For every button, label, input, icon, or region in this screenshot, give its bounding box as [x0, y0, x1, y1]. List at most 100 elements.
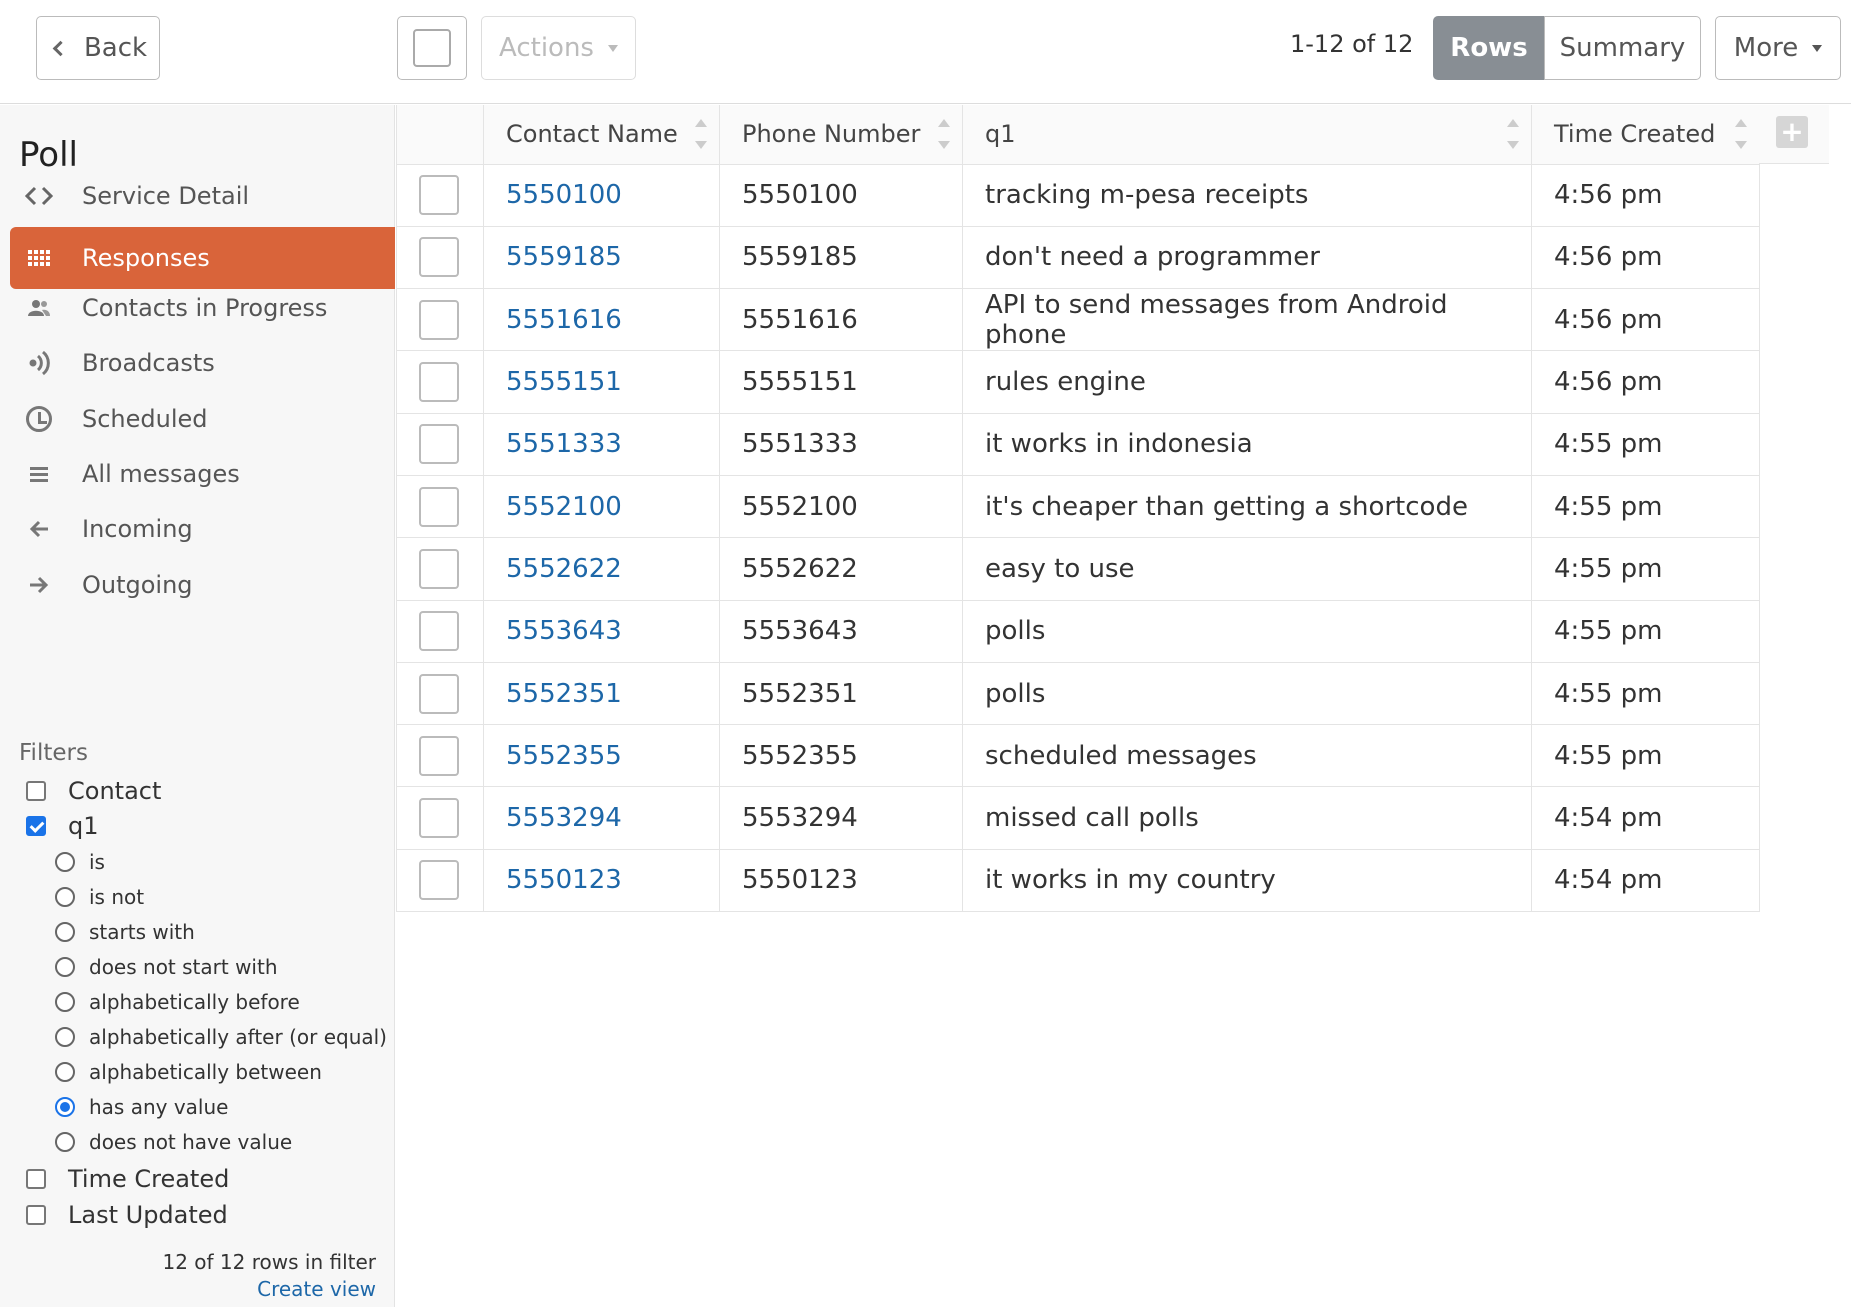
- column-header-phone-number[interactable]: Phone Number: [719, 105, 963, 165]
- contact-name-link[interactable]: 5559185: [483, 225, 720, 290]
- contact-name-link[interactable]: 5552622: [483, 537, 720, 601]
- row-checkbox[interactable]: [419, 798, 459, 839]
- phone-number: 5551616: [719, 288, 963, 352]
- contact-name-link[interactable]: 5552351: [483, 661, 720, 726]
- time-created: 4:56 pm: [1531, 163, 1760, 227]
- q1-option-has-any-value[interactable]: has any value: [55, 1095, 228, 1119]
- contact-name-link[interactable]: 5552100: [483, 474, 720, 539]
- sort-icon[interactable]: [695, 119, 707, 149]
- filter-time-created[interactable]: Time Created: [26, 1165, 229, 1193]
- sidebar-item-scheduled[interactable]: Scheduled: [10, 388, 395, 450]
- row-checkbox[interactable]: [419, 735, 459, 776]
- radio[interactable]: [55, 957, 75, 977]
- checkbox[interactable]: [26, 1169, 46, 1189]
- filter-q1[interactable]: q1: [26, 812, 99, 840]
- table-row: 5551333 5551333 it works in indonesia 4:…: [396, 412, 1760, 476]
- radio[interactable]: [55, 1027, 75, 1047]
- radio[interactable]: [55, 1062, 75, 1082]
- sidebar-item-all-messages[interactable]: All messages: [10, 443, 395, 505]
- time-created: 4:55 pm: [1531, 412, 1760, 476]
- contact-name-link[interactable]: 5553643: [483, 599, 720, 663]
- sidebar-item-incoming[interactable]: Incoming: [10, 498, 395, 560]
- option-label: starts with: [89, 920, 195, 944]
- column-header-contact-name[interactable]: Contact Name: [483, 105, 720, 165]
- q1-option-starts-with[interactable]: starts with: [55, 920, 195, 944]
- time-created: 4:55 pm: [1531, 599, 1760, 663]
- sidebar-item-outgoing[interactable]: Outgoing: [10, 554, 395, 616]
- row-checkbox[interactable]: [419, 424, 459, 465]
- phone-number: 5552622: [719, 537, 963, 601]
- caret-down-icon: [1812, 44, 1823, 52]
- q1-option-alphabetically-before[interactable]: alphabetically before: [55, 990, 300, 1014]
- q1-option-alphabetically-after[interactable]: alphabetically after (or equal): [55, 1025, 387, 1049]
- contact-name-link[interactable]: 5551616: [483, 288, 720, 352]
- q1-option-is-not[interactable]: is not: [55, 885, 144, 909]
- row-checkbox[interactable]: [419, 673, 459, 714]
- sidebar-item-label: Incoming: [82, 515, 193, 543]
- row-checkbox[interactable]: [419, 486, 459, 527]
- sidebar-item-service-detail[interactable]: Service Detail: [10, 165, 395, 227]
- row-checkbox[interactable]: [419, 299, 459, 340]
- add-column-icon[interactable]: +: [1776, 116, 1808, 148]
- table-row: 5551616 5551616 API to send messages fro…: [396, 288, 1760, 352]
- q1-response: it works in indonesia: [962, 412, 1532, 476]
- radio[interactable]: [55, 887, 75, 907]
- time-created: 4:55 pm: [1531, 474, 1760, 539]
- create-view-link[interactable]: Create view: [257, 1277, 376, 1301]
- phone-number: 5553643: [719, 599, 963, 663]
- time-created: 4:55 pm: [1531, 661, 1760, 726]
- q1-option-does-not-have-value[interactable]: does not have value: [55, 1130, 292, 1154]
- checkbox-checked[interactable]: [26, 816, 46, 836]
- q1-option-is[interactable]: is: [55, 850, 105, 874]
- time-created: 4:55 pm: [1531, 537, 1760, 601]
- broadcast-icon: [24, 348, 54, 378]
- contact-name-link[interactable]: 5550100: [483, 163, 720, 227]
- radio[interactable]: [55, 1132, 75, 1152]
- contact-name-link[interactable]: 5550123: [483, 848, 720, 913]
- time-created: 4:56 pm: [1531, 288, 1760, 352]
- checkbox[interactable]: [26, 781, 46, 801]
- q1-response: API to send messages from Android phone: [962, 288, 1532, 352]
- column-header-q1[interactable]: q1: [962, 105, 1532, 165]
- q1-option-alphabetically-between[interactable]: alphabetically between: [55, 1060, 322, 1084]
- option-label: is: [89, 850, 105, 874]
- time-created: 4:54 pm: [1531, 848, 1760, 913]
- q1-option-does-not-start-with[interactable]: does not start with: [55, 955, 278, 979]
- rows-toggle[interactable]: Rows: [1433, 16, 1545, 80]
- contact-name-link[interactable]: 5555151: [483, 350, 720, 414]
- phone-number: 5550100: [719, 163, 963, 227]
- contact-name-link[interactable]: 5553294: [483, 786, 720, 850]
- row-checkbox[interactable]: [419, 611, 459, 652]
- filter-last-updated[interactable]: Last Updated: [26, 1201, 228, 1229]
- radio-selected[interactable]: [55, 1097, 75, 1117]
- q1-response: don't need a programmer: [962, 225, 1532, 290]
- sort-icon[interactable]: [938, 119, 950, 149]
- checkbox[interactable]: [26, 1205, 46, 1225]
- actions-dropdown[interactable]: Actions: [481, 16, 636, 80]
- sidebar-item-broadcasts[interactable]: Broadcasts: [10, 332, 395, 394]
- summary-toggle[interactable]: Summary: [1544, 16, 1701, 80]
- row-checkbox[interactable]: [419, 175, 459, 216]
- column-header-time-created[interactable]: Time Created: [1531, 105, 1760, 165]
- row-checkbox[interactable]: [419, 860, 459, 901]
- more-dropdown[interactable]: More: [1715, 16, 1841, 80]
- sort-icon[interactable]: [1507, 119, 1519, 149]
- option-label: is not: [89, 885, 145, 909]
- filter-contact[interactable]: Contact: [26, 777, 161, 805]
- q1-response: tracking m-pesa receipts: [962, 163, 1532, 227]
- select-all-checkbox[interactable]: [397, 16, 467, 80]
- contact-name-link[interactable]: 5552355: [483, 724, 720, 788]
- row-checkbox[interactable]: [419, 362, 459, 403]
- contact-name-link[interactable]: 5551333: [483, 412, 720, 476]
- back-button[interactable]: Back: [36, 16, 160, 80]
- radio[interactable]: [55, 992, 75, 1012]
- sort-icon[interactable]: [1735, 119, 1747, 149]
- sidebar-item-label: Responses: [82, 244, 210, 272]
- radio[interactable]: [55, 852, 75, 872]
- phone-number: 5552100: [719, 474, 963, 539]
- row-checkbox[interactable]: [419, 237, 459, 278]
- sidebar-item-label: Outgoing: [82, 571, 193, 599]
- radio[interactable]: [55, 922, 75, 942]
- row-checkbox[interactable]: [419, 548, 459, 589]
- sidebar-item-contacts-in-progress[interactable]: Contacts in Progress: [10, 277, 395, 339]
